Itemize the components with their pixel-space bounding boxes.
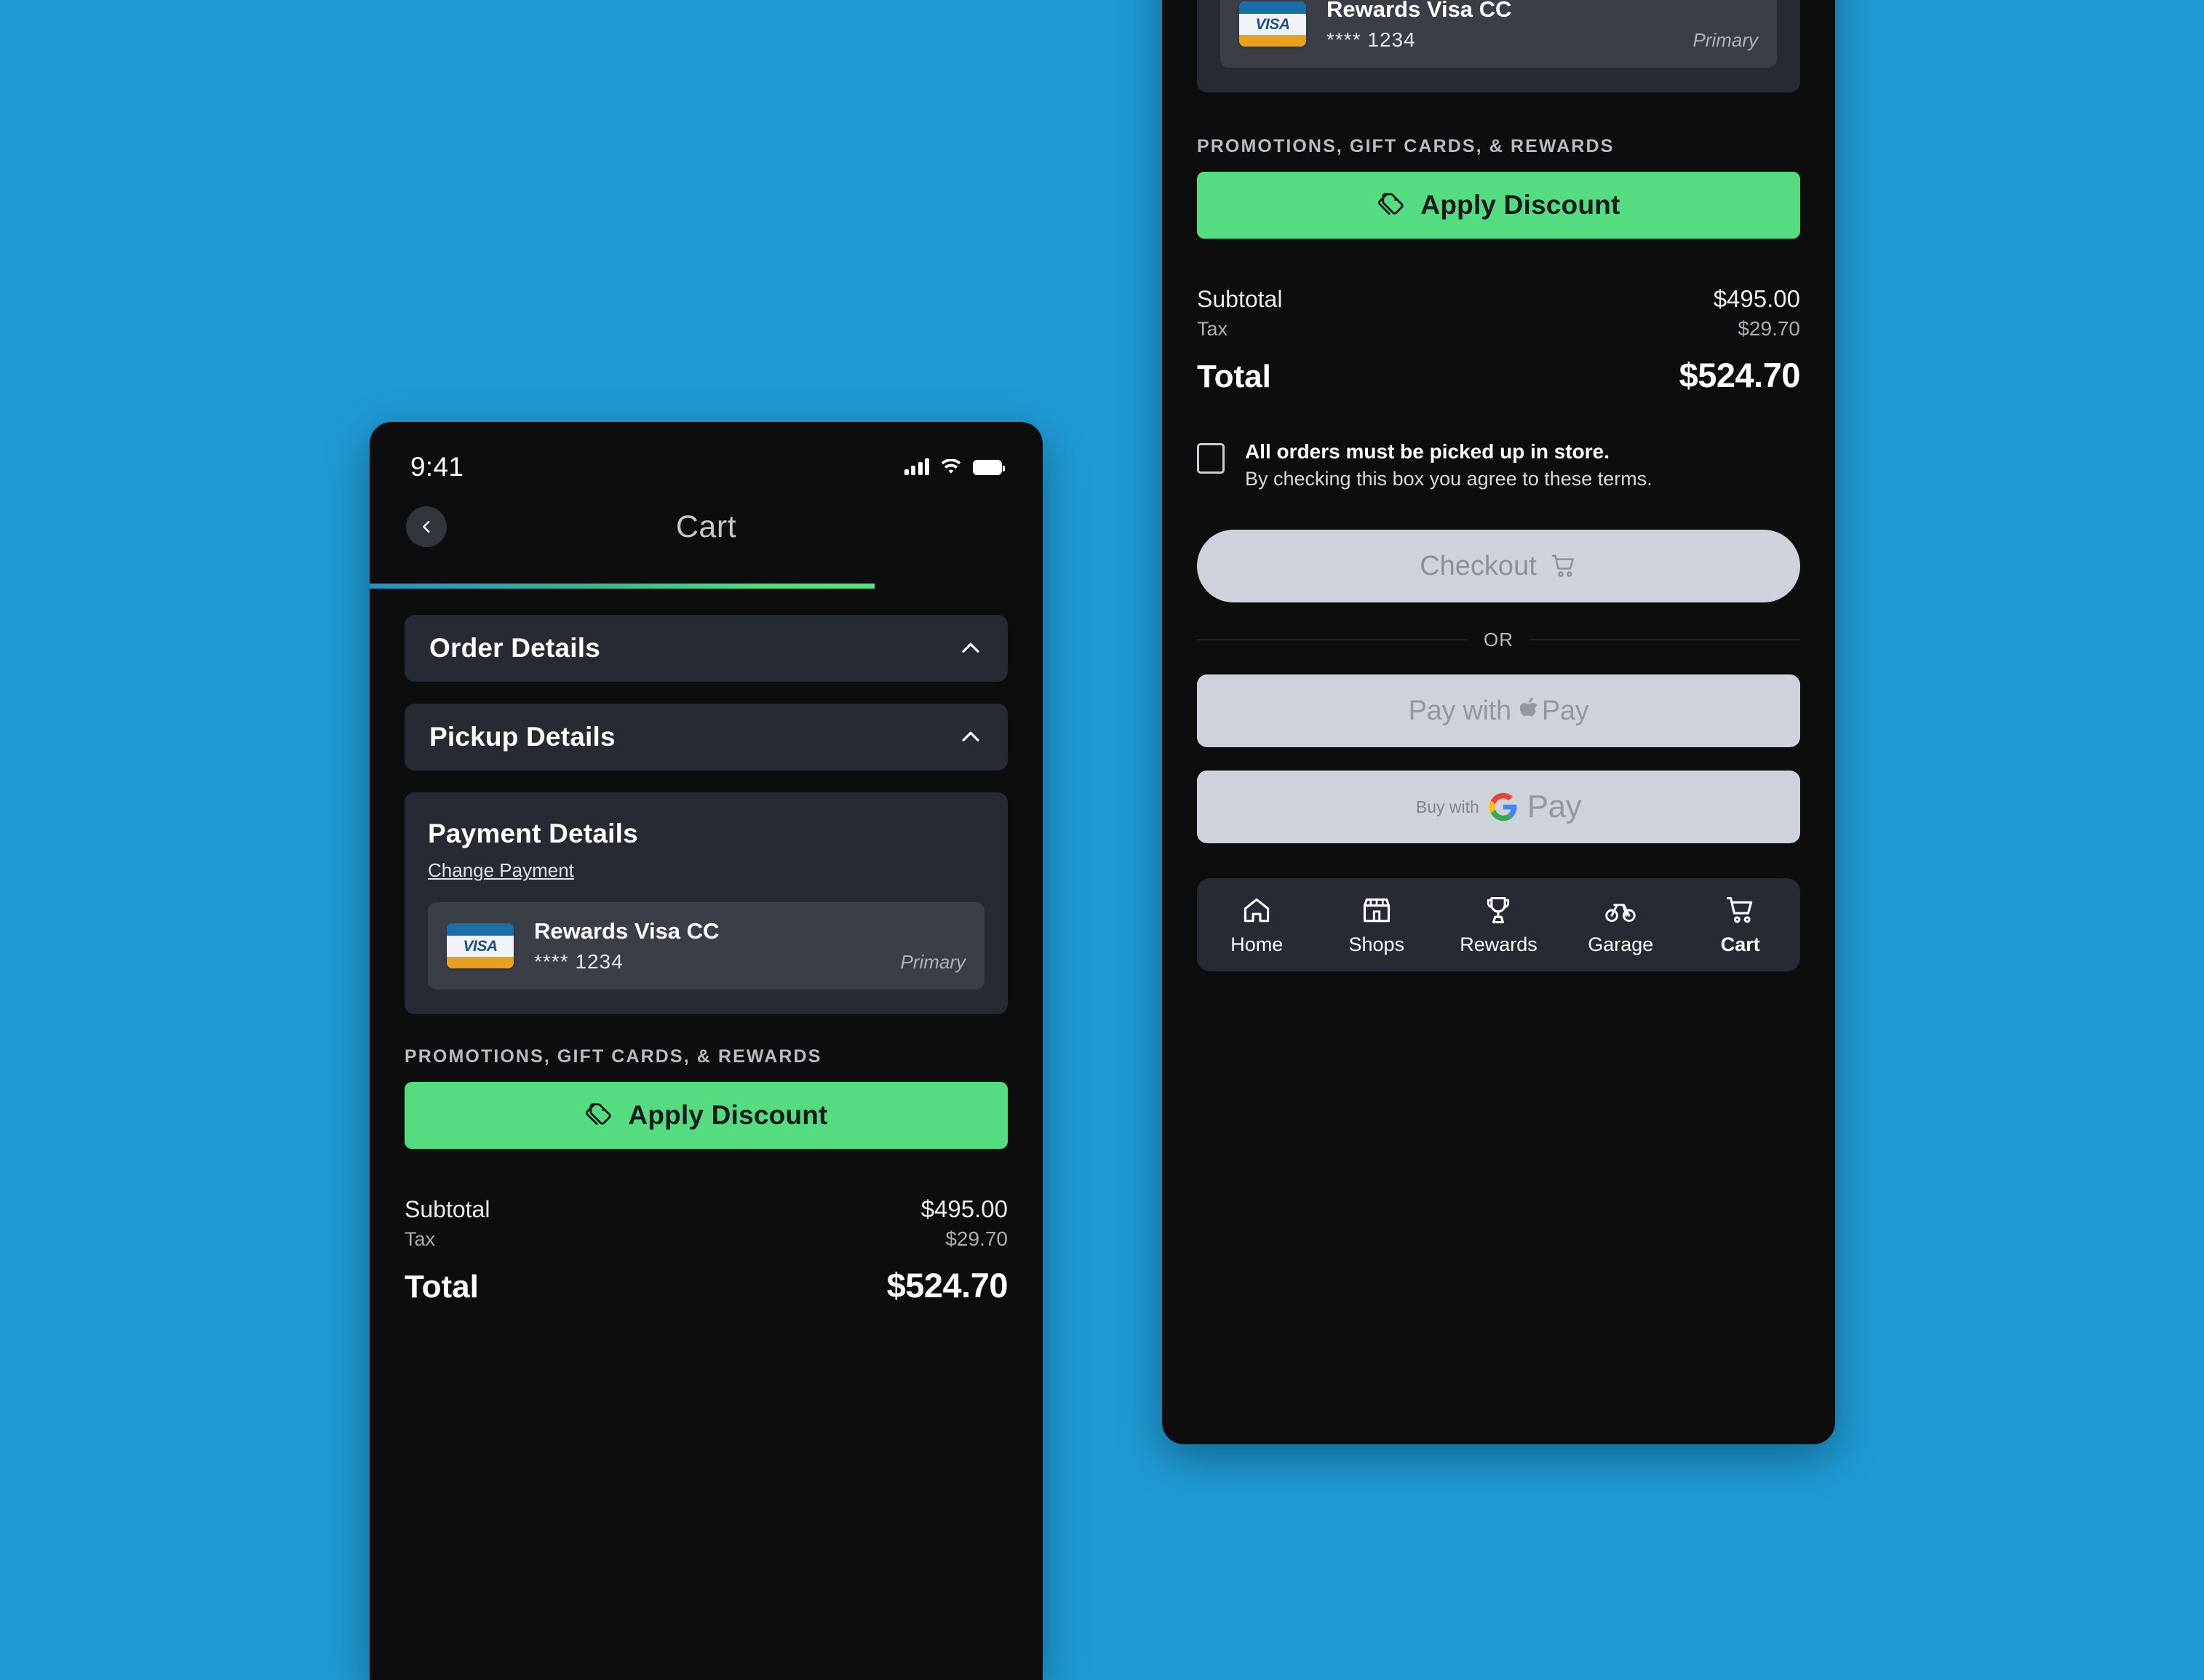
status-bar-icons <box>904 458 1005 476</box>
payment-details-card-scrolled: VISA Rewards Visa CC **** 1234 Primary <box>1197 0 1800 92</box>
tax-value: $29.70 <box>945 1227 1008 1250</box>
payment-details-title: Payment Details <box>428 819 638 848</box>
subtotal-value: $495.00 <box>920 1195 1008 1222</box>
pickup-terms: All orders must be picked up in store. B… <box>1197 440 1800 490</box>
status-bar: 9:41 <box>370 422 1043 492</box>
tab-cart[interactable]: Cart <box>1700 894 1781 956</box>
apple-pay-suffix: Pay <box>1541 695 1589 726</box>
total-value: $524.70 <box>886 1266 1008 1305</box>
battery-icon <box>973 459 1005 475</box>
tab-rewards-label: Rewards <box>1460 933 1537 955</box>
subtotal-label: Subtotal <box>405 1196 490 1222</box>
apply-discount-button[interactable]: Apply Discount <box>1197 172 1800 239</box>
bicycle-icon <box>1605 903 1636 922</box>
tab-home-label: Home <box>1230 933 1284 955</box>
apple-pay-button[interactable]: Pay with Pay <box>1197 674 1800 747</box>
accordion-pickup-details-label: Pickup Details <box>429 722 616 752</box>
chevron-up-icon <box>962 642 979 653</box>
visa-logo: VISA <box>447 923 514 968</box>
checkout-button[interactable]: Checkout <box>1197 530 1800 602</box>
saved-card-row[interactable]: VISA Rewards Visa CC **** 1234 Primary <box>428 902 984 990</box>
google-pay-suffix: Pay <box>1527 789 1582 824</box>
chevron-left-icon <box>423 520 430 533</box>
tax-row: Tax $29.70 <box>405 1227 1008 1251</box>
apply-discount-button[interactable]: Apply Discount <box>405 1082 1008 1149</box>
saved-card-row[interactable]: VISA Rewards Visa CC **** 1234 Primary <box>1220 0 1777 68</box>
cellular-bars-icon <box>904 458 929 475</box>
shopping-cart-icon <box>1726 896 1752 923</box>
trophy-icon <box>1487 896 1510 923</box>
grand-total-row: Total $524.70 <box>1197 355 1801 395</box>
home-icon <box>1244 898 1270 922</box>
checkout-progress-bar <box>370 584 1043 589</box>
order-totals: Subtotal $495.00 Tax $29.70 Total $524.7… <box>405 1195 1008 1305</box>
terms-line-1: All orders must be picked up in store. <box>1245 440 1610 463</box>
tab-shops[interactable]: Shops <box>1336 894 1417 956</box>
accordion-pickup-details[interactable]: Pickup Details <box>405 704 1008 771</box>
phone-mockup-right: VISA Rewards Visa CC **** 1234 Primary P… <box>1162 0 1835 1444</box>
bottom-tab-bar: Home Shops Rewards Garage Cart <box>1197 878 1800 971</box>
order-totals: Subtotal $495.00 Tax $29.70 Total $524.7… <box>1197 285 1801 395</box>
price-tags-icon <box>1378 193 1404 215</box>
card-primary-badge: Primary <box>900 951 966 973</box>
price-tags-icon <box>586 1103 612 1126</box>
apply-discount-label: Apply Discount <box>1420 190 1620 220</box>
total-label: Total <box>1197 359 1271 394</box>
card-name: Rewards Visa CC <box>534 918 720 944</box>
google-pay-button[interactable]: Buy with Pay <box>1197 771 1800 843</box>
tax-row: Tax $29.70 <box>1197 317 1800 341</box>
card-masked-number: **** 1234 <box>1326 28 1416 51</box>
subtotal-label: Subtotal <box>1197 286 1283 312</box>
apply-discount-label: Apply Discount <box>628 1100 828 1130</box>
visa-logo: VISA <box>1239 1 1306 47</box>
cart-content-scrolled: VISA Rewards Visa CC **** 1234 Primary P… <box>1162 0 1835 971</box>
subtotal-value: $495.00 <box>1713 285 1800 312</box>
storefront-icon <box>1363 898 1390 922</box>
checkout-progress-fill <box>370 584 875 589</box>
shopping-cart-icon <box>1551 554 1574 577</box>
promotions-section-label: PROMOTIONS, GIFT CARDS, & REWARDS <box>405 1046 822 1067</box>
payment-details-card: Payment Details Change Payment VISA Rewa… <box>405 792 1008 1014</box>
promotions-section-label: PROMOTIONS, GIFT CARDS, & REWARDS <box>1197 136 1615 156</box>
cart-content: Order Details Pickup Details Payment Det… <box>370 589 1043 1305</box>
subtotal-row: Subtotal $495.00 <box>405 1195 1008 1223</box>
visa-logo-text: VISA <box>463 937 498 955</box>
tab-shops-label: Shops <box>1348 933 1404 955</box>
status-bar-clock: 9:41 <box>410 452 464 482</box>
checkout-button-label: Checkout <box>1420 550 1537 581</box>
total-value: $524.70 <box>1679 356 1801 394</box>
card-primary-badge: Primary <box>1692 29 1758 51</box>
terms-checkbox[interactable] <box>1197 443 1225 474</box>
grand-total-row: Total $524.70 <box>405 1265 1008 1305</box>
apple-pay-prefix: Pay with <box>1408 695 1512 726</box>
total-label: Total <box>405 1269 479 1305</box>
phone-mockup-left: 9:41 Cart Order Details Pickup Details P… <box>370 422 1043 1680</box>
or-divider-label: OR <box>1484 629 1513 650</box>
google-pay-prefix: Buy with <box>1415 797 1479 816</box>
tax-label: Tax <box>1197 318 1228 340</box>
accordion-order-details-label: Order Details <box>429 633 600 663</box>
google-g-icon <box>1489 792 1517 821</box>
apple-logo-icon <box>1519 697 1537 716</box>
tab-rewards[interactable]: Rewards <box>1455 894 1542 956</box>
nav-header: Cart <box>370 492 1043 562</box>
accordion-order-details[interactable]: Order Details <box>405 615 1008 682</box>
change-payment-link[interactable]: Change Payment <box>428 859 574 882</box>
tax-label: Tax <box>405 1228 436 1250</box>
or-divider: OR <box>1197 629 1800 651</box>
visa-logo-text: VISA <box>1255 15 1290 33</box>
card-name: Rewards Visa CC <box>1326 0 1512 22</box>
wifi-icon <box>941 458 961 474</box>
back-button[interactable] <box>406 506 447 547</box>
tax-value: $29.70 <box>1738 317 1800 340</box>
chevron-up-icon <box>962 731 979 741</box>
tab-garage[interactable]: Garage <box>1580 894 1661 956</box>
card-masked-number: **** 1234 <box>534 950 624 973</box>
terms-line-2: By checking this box you agree to these … <box>1245 468 1652 490</box>
tab-garage-label: Garage <box>1588 933 1654 955</box>
page-title: Cart <box>675 509 737 544</box>
tab-cart-label: Cart <box>1720 933 1760 955</box>
subtotal-row: Subtotal $495.00 <box>1197 285 1800 313</box>
tab-home[interactable]: Home <box>1216 894 1297 956</box>
